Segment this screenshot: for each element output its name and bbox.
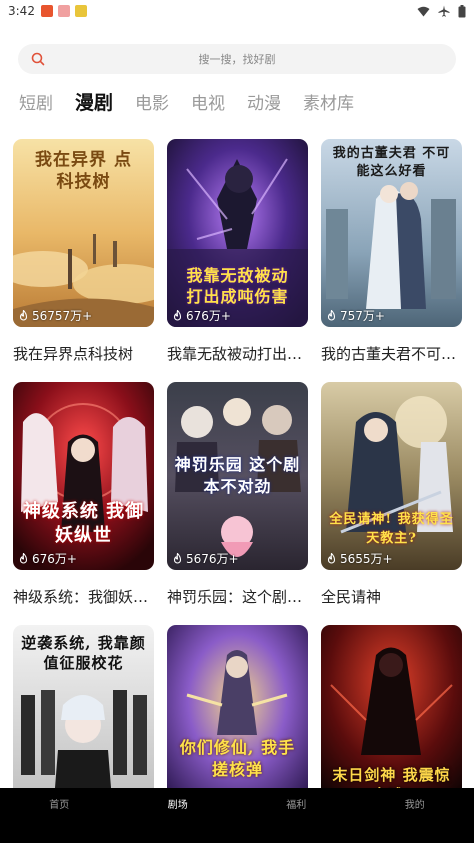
poster-title-text: 神级系统 我御妖纵世 [22, 501, 145, 546]
app-notification-icon-3 [74, 5, 87, 17]
view-count: 5676万+ [172, 550, 239, 567]
tab-material-library[interactable]: 素材库 [303, 89, 354, 114]
poster-image[interactable]: 全民请神! 我获得圣天教主? 5655万+ [321, 382, 462, 570]
card-title[interactable]: 神级系统：我御妖纵世 [13, 586, 154, 607]
poster-image[interactable]: 我的古董夫君 不可能这么好看 757万+ [321, 139, 462, 327]
poster-image[interactable]: 神罚乐园 这个剧本不对劲 5676万+ [167, 382, 308, 570]
poster-image[interactable]: 逆袭系统, 我靠颜值征服校花 [13, 625, 154, 813]
category-tabs: 短剧 漫剧 电影 电视 动漫 素材库 [19, 88, 376, 115]
drama-card[interactable]: 神罚乐园 这个剧本不对劲 5676万+ 神罚乐园：这个剧本不对劲 [167, 382, 308, 625]
bottom-nav: 首页 剧场 福利 我的 [0, 788, 474, 843]
poster-image[interactable]: 神级系统 我御妖纵世 676万+ [13, 382, 154, 570]
poster-title-text: 神罚乐园 这个剧本不对劲 [174, 455, 301, 496]
battery-icon [458, 4, 466, 18]
nav-home[interactable]: 首页 [0, 788, 119, 843]
drama-card[interactable]: 神级系统 我御妖纵世 676万+ 神级系统：我御妖纵世 [13, 382, 154, 625]
tab-comic-drama[interactable]: 漫剧 [75, 88, 113, 115]
status-time: 3:42 [8, 4, 35, 18]
view-count-text: 757万+ [340, 309, 385, 323]
card-title[interactable]: 全民请神 [321, 586, 462, 607]
tab-anime[interactable]: 动漫 [247, 89, 281, 114]
flame-icon [326, 309, 337, 322]
airplane-mode-icon [438, 5, 450, 17]
tab-movie[interactable]: 电影 [135, 89, 169, 114]
app-notification-icon-2 [57, 5, 70, 17]
view-count-text: 56757万+ [32, 309, 93, 323]
card-title[interactable]: 我的古董夫君不可能这么好看 [321, 343, 462, 364]
view-count: 757万+ [326, 307, 385, 324]
app-notification-icon-1 [40, 5, 53, 17]
view-count: 56757万+ [18, 307, 92, 324]
search-bar[interactable]: 搜一搜，找好剧 [18, 44, 456, 74]
status-bar: 3:42 [0, 0, 474, 22]
card-title[interactable]: 我靠无敌被动打出成吨伤害 [167, 343, 308, 364]
tab-tv[interactable]: 电视 [191, 89, 225, 114]
card-title[interactable]: 神罚乐园：这个剧本不对劲 [167, 586, 308, 607]
poster-image[interactable]: 末日剑神 我震惊全球! [321, 625, 462, 813]
view-count: 5655万+ [326, 550, 393, 567]
poster-title-text: 你们修仙, 我手搓核弹 [179, 738, 296, 779]
tab-short-drama[interactable]: 短剧 [19, 89, 53, 114]
flame-icon [172, 552, 183, 565]
drama-grid: 我在异界 点科技树 56757万+ 我在异界点科技树 我靠无敌被动 打出成吨伤害… [13, 139, 463, 843]
view-count: 676万+ [18, 550, 77, 567]
search-placeholder[interactable]: 搜一搜，找好剧 [18, 51, 456, 67]
flame-icon [18, 552, 29, 565]
nav-rewards[interactable]: 福利 [237, 788, 356, 843]
wifi-icon [417, 6, 430, 17]
poster-title-text: 我在异界 点科技树 [35, 150, 132, 192]
view-count-text: 676万+ [186, 309, 231, 323]
poster-title-text: 我的古董夫君 不可能这么好看 [332, 146, 451, 179]
nav-profile[interactable]: 我的 [356, 788, 474, 843]
nav-theater[interactable]: 剧场 [119, 788, 238, 843]
drama-card[interactable]: 全民请神! 我获得圣天教主? 5655万+ 全民请神 [321, 382, 462, 625]
poster-title-text: 逆袭系统, 我靠颜值征服校花 [21, 634, 146, 672]
search-icon[interactable] [30, 51, 46, 67]
view-count: 676万+ [172, 307, 231, 324]
view-count-text: 676万+ [32, 552, 77, 566]
flame-icon [326, 552, 337, 565]
poster-image[interactable]: 我在异界 点科技树 56757万+ [13, 139, 154, 327]
view-count-text: 5655万+ [340, 552, 393, 566]
view-count-text: 5676万+ [186, 552, 239, 566]
poster-title-text: 全民请神! 我获得圣天教主? [329, 512, 454, 546]
poster-image[interactable]: 我靠无敌被动 打出成吨伤害 676万+ [167, 139, 308, 327]
card-title[interactable]: 我在异界点科技树 [13, 343, 154, 364]
poster-image[interactable]: 你们修仙, 我手搓核弹 [167, 625, 308, 813]
poster-title-text: 我靠无敌被动 打出成吨伤害 [186, 266, 289, 306]
drama-card[interactable]: 我靠无敌被动 打出成吨伤害 676万+ 我靠无敌被动打出成吨伤害 [167, 139, 308, 382]
drama-card[interactable]: 我的古董夫君 不可能这么好看 757万+ 我的古董夫君不可能这么好看 [321, 139, 462, 382]
flame-icon [18, 309, 29, 322]
drama-card[interactable]: 我在异界 点科技树 56757万+ 我在异界点科技树 [13, 139, 154, 382]
flame-icon [172, 309, 183, 322]
